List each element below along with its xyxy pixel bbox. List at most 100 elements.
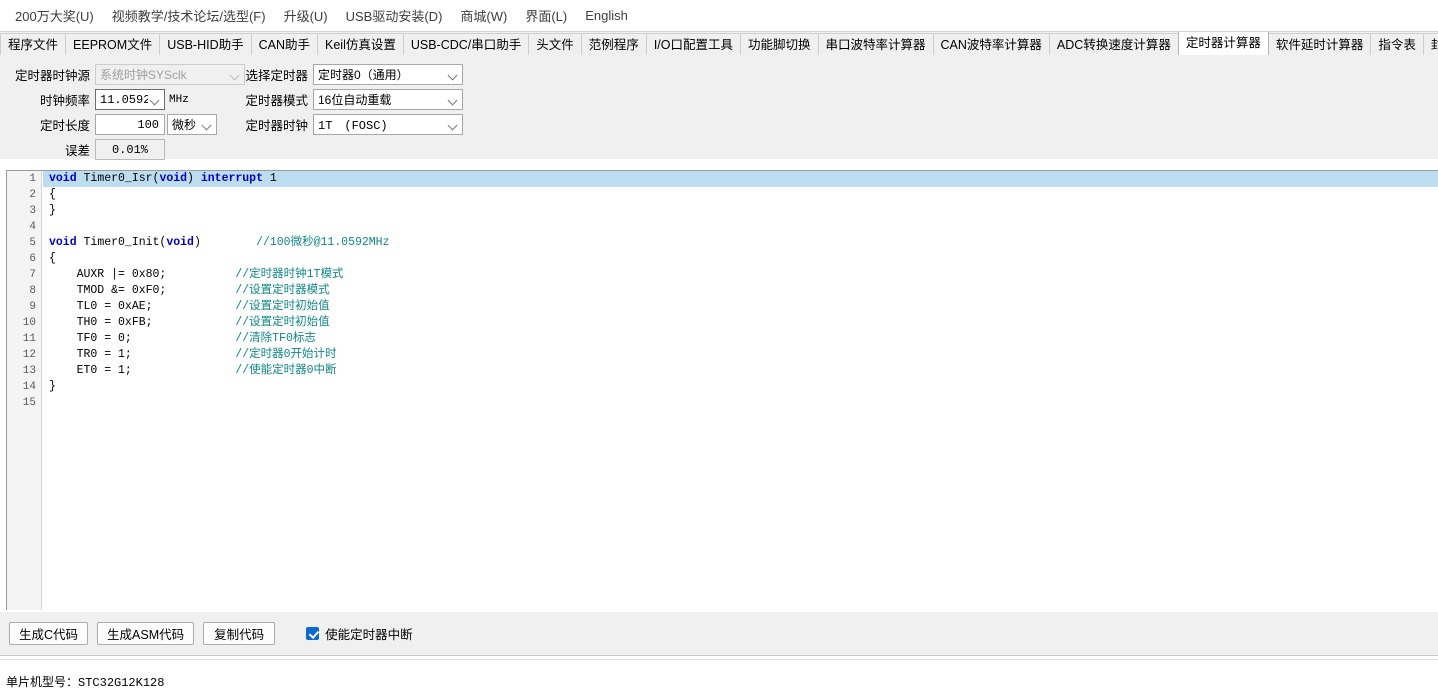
timer-clock-select[interactable]: 1T (FOSC) (313, 114, 463, 135)
tab-1[interactable]: EEPROM文件 (65, 33, 161, 55)
error-value: 0.01% (111, 142, 148, 157)
code-text: { (49, 188, 56, 201)
enable-timer-interrupt-label: 使能定时器中断 (325, 628, 413, 642)
tab-14[interactable]: 软件延时计算器 (1267, 33, 1372, 55)
menu-item-1[interactable]: 视频教学/技术论坛/选型(F) (103, 3, 275, 28)
enable-timer-interrupt-checkbox[interactable]: 使能定时器中断 (306, 624, 413, 643)
code-line[interactable]: void Timer0_Isr(void) interrupt 1 (43, 171, 1438, 187)
tab-6[interactable]: 头文件 (528, 33, 582, 55)
menu-item-2[interactable]: 升级(U) (275, 3, 337, 28)
clock-freq-select[interactable]: 11.0592 (95, 89, 165, 110)
row-timer-mode: 定时器模式 16位自动重载 (240, 89, 463, 110)
code-line[interactable]: TH0 = 0xFB; //设置定时初始值 (43, 315, 1438, 331)
line-number: 2 (29, 189, 36, 201)
code-line[interactable]: ET0 = 1; //使能定时器0中断 (43, 363, 1438, 379)
status-divider (0, 659, 1438, 660)
select-timer-select[interactable]: 定时器0（通用） (313, 64, 463, 85)
line-number: 13 (22, 365, 36, 377)
tab-10[interactable]: 串口波特率计算器 (817, 33, 934, 55)
chevron-down-icon (446, 93, 460, 107)
code-line[interactable]: TF0 = 0; //清除TF0标志 (43, 331, 1438, 347)
code-line[interactable]: TMOD &= 0xF0; //设置定时器模式 (43, 283, 1438, 299)
code-line[interactable]: TR0 = 1; //定时器0开始计时 (43, 347, 1438, 363)
tab-16[interactable]: 封装脚位 (1422, 33, 1438, 55)
generate-c-code-button[interactable]: 生成C代码 (9, 622, 89, 645)
error-value-field: 0.01% (95, 139, 165, 160)
code-line[interactable]: void Timer0_Init(void) //100微秒@11.0592MH… (43, 235, 1438, 251)
code-comment: //设置定时初始值 (235, 316, 330, 329)
menu-item-0[interactable]: 200万大奖(U) (6, 3, 103, 28)
chevron-down-icon (446, 118, 460, 132)
select-timer-label: 选择定时器 (245, 69, 308, 83)
tab-2[interactable]: USB-HID助手 (159, 33, 252, 55)
tab-0[interactable]: 程序文件 (0, 33, 67, 55)
code-text: ) (187, 172, 201, 185)
generate-asm-code-button[interactable]: 生成ASM代码 (97, 622, 195, 645)
timer-settings-panel: 定时器时钟源 系统时钟SYSclk 时钟频率 11.0592 MHz 定时长度 … (0, 55, 1438, 160)
line-number: 3 (29, 205, 36, 217)
menu-item-3[interactable]: USB驱动安装(D) (337, 3, 452, 28)
timer-clock-label: 定时器时钟 (245, 119, 308, 133)
copy-code-button[interactable]: 复制代码 (203, 622, 276, 645)
code-line[interactable] (43, 395, 1438, 411)
code-text: TF0 = 0; (49, 332, 236, 345)
tab-11[interactable]: CAN波特率计算器 (932, 33, 1050, 55)
clock-source-select[interactable]: 系统时钟SYSclk (95, 64, 245, 85)
tab-3[interactable]: CAN助手 (250, 33, 319, 55)
code-line[interactable] (43, 219, 1438, 235)
chevron-down-icon (148, 93, 162, 107)
status-bar: 单片机型号：STC32G12K128 (0, 655, 1438, 692)
code-line[interactable]: { (43, 187, 1438, 203)
menu-item-4[interactable]: 商城(W) (451, 3, 516, 28)
clock-freq-unit: MHz (169, 93, 189, 106)
checkbox-checked-icon[interactable] (306, 627, 320, 640)
timer-length-label: 定时长度 (39, 119, 90, 133)
tab-4[interactable]: Keil仿真设置 (317, 33, 404, 55)
code-comment: //清除TF0标志 (235, 332, 316, 345)
tab-8[interactable]: I/O口配置工具 (645, 33, 741, 55)
code-text: TR0 = 1; (49, 348, 236, 361)
tab-12[interactable]: ADC转换速度计算器 (1048, 33, 1179, 55)
timer-mode-select[interactable]: 16位自动重载 (313, 89, 463, 110)
code-text: TMOD &= 0xF0; (49, 284, 236, 297)
tab-13[interactable]: 定时器计算器 (1177, 32, 1269, 55)
code-comment: //定时器时钟1T模式 (235, 268, 344, 281)
code-comment: //设置定时器模式 (235, 284, 330, 297)
code-comment: //定时器0开始计时 (235, 348, 337, 361)
tab-15[interactable]: 指令表 (1370, 33, 1424, 55)
code-line[interactable]: TL0 = 0xAE; //设置定时初始值 (43, 299, 1438, 315)
code-line[interactable]: AUXR |= 0x80; //定时器时钟1T模式 (43, 267, 1438, 283)
code-text: AUXR |= 0x80; (49, 268, 236, 281)
tab-9[interactable]: 功能脚切换 (739, 33, 819, 55)
line-number: 15 (22, 397, 36, 409)
code-editor[interactable]: 1 2 3 4 5 6 7 8 9 10 11 12 13 14 15 void Timer0_Isr(vo… (6, 170, 1438, 610)
timer-mode-value: 16位自动重载 (318, 93, 392, 107)
timer-length-input[interactable]: 100 (95, 114, 165, 135)
code-text: Timer0_Isr( (76, 172, 160, 185)
line-number: 1 (29, 173, 36, 185)
code-keyword: void (166, 236, 194, 249)
menu-item-5[interactable]: 界面(L) (516, 3, 576, 28)
code-text-area[interactable]: void Timer0_Isr(void) interrupt 1{} void… (43, 171, 1438, 610)
chevron-down-icon (200, 118, 214, 132)
line-number-gutter: 1 2 3 4 5 6 7 8 9 10 11 12 13 14 15 (7, 171, 42, 610)
code-line[interactable]: } (43, 379, 1438, 395)
menu-item-6[interactable]: English (576, 5, 637, 26)
row-error: 误差 0.01% (6, 139, 165, 160)
mcu-model-label: 单片机型号： (6, 675, 79, 689)
code-text: TH0 = 0xFB; (49, 316, 236, 329)
timer-clock-value: 1T (FOSC) (318, 119, 388, 133)
row-timer-length: 定时长度 100 微秒 (6, 114, 217, 135)
timer-mode-label: 定时器模式 (245, 94, 308, 108)
timer-length-unit-select[interactable]: 微秒 (167, 114, 217, 135)
code-text: TL0 = 0xAE; (49, 300, 236, 313)
tab-7[interactable]: 范例程序 (580, 33, 647, 55)
code-comment: //100微秒@11.0592MHz (256, 236, 390, 249)
chevron-down-icon (446, 68, 460, 82)
code-text: } (49, 380, 56, 393)
tab-5[interactable]: USB-CDC/串口助手 (402, 33, 530, 55)
line-number: 8 (29, 285, 36, 297)
code-line[interactable]: { (43, 251, 1438, 267)
code-line[interactable]: } (43, 203, 1438, 219)
code-text: } (49, 204, 56, 217)
